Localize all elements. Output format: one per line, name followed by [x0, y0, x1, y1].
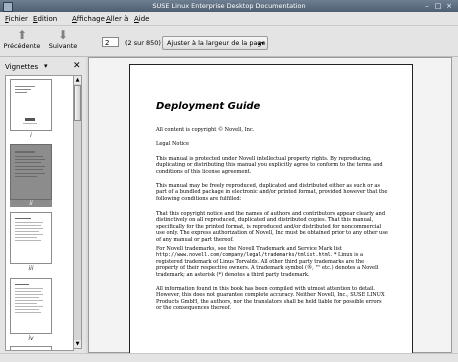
minimize-icon[interactable]: – [423, 2, 431, 10]
thumbnail-page-1[interactable] [10, 79, 52, 131]
next-page-button[interactable]: ⬇ Suivante [43, 29, 83, 55]
previous-page-button[interactable]: ⬆ Précédente [2, 29, 42, 55]
menu-bar: Fichier Edition Affichage Aller à Aide [0, 12, 458, 26]
maximize-icon[interactable]: □ [434, 2, 442, 10]
arrow-up-icon: ⬆ [16, 28, 28, 42]
page-count: (2 sur 850) [125, 39, 161, 47]
paragraph: This manual is protected under Novell in… [156, 156, 383, 175]
document-scrollbar[interactable] [452, 57, 458, 353]
paragraph: All information found in this book has b… [156, 286, 385, 312]
updown-arrows-icon: ▴▾ [257, 40, 264, 47]
side-panel: Vignettes ▾ ✕ i ii iii iv ▲ ▼ [0, 57, 86, 353]
trademark-paragraph: For Novell trademarks, see the Novell Tr… [156, 246, 379, 278]
thumbnail-label: iv [28, 335, 34, 342]
thumbnail-scrollbar[interactable]: ▲ ▼ [73, 75, 82, 349]
thumbnail-page-4[interactable] [10, 278, 52, 334]
menu-fichier[interactable]: Fichier [5, 15, 28, 23]
legal-notice-heading: Legal Notice [156, 141, 190, 147]
thumbnail-list[interactable]: i ii iii iv [5, 75, 74, 351]
trademark-link[interactable]: http://www.novell.com/company/legal/trad… [156, 252, 331, 258]
menu-edition[interactable]: Edition [33, 15, 57, 23]
menu-aller-a[interactable]: Aller à [106, 15, 128, 23]
scroll-up-icon[interactable]: ▲ [74, 76, 81, 84]
thumbnail-label: iii [28, 265, 34, 272]
paragraph: This manual may be freely reproduced, du… [156, 183, 388, 202]
scrollbar-thumb[interactable] [74, 85, 81, 121]
close-icon[interactable]: ✕ [73, 61, 81, 71]
thumbnail-label-selected: ii [10, 200, 52, 207]
paragraph: That this copyright notice and the names… [156, 211, 388, 243]
close-window-icon[interactable]: × [445, 2, 453, 10]
thumbnail-label: i [30, 132, 32, 139]
thumbnail-page-5[interactable] [10, 346, 52, 350]
copyright-line: All content is copyright © Novell, Inc. [156, 127, 255, 133]
scroll-down-icon[interactable]: ▼ [74, 340, 81, 348]
chevron-down-icon[interactable]: ▾ [44, 62, 48, 70]
menu-affichage[interactable]: Affichage [72, 15, 105, 23]
document-view[interactable]: Deployment Guide All content is copyrigh… [88, 57, 452, 354]
thumbnail-page-3[interactable] [10, 212, 52, 264]
side-panel-header: Vignettes ▾ ✕ [5, 61, 83, 73]
document-page: Deployment Guide All content is copyrigh… [129, 64, 413, 354]
side-panel-selector[interactable]: Vignettes [5, 63, 38, 71]
zoom-select[interactable]: Ajuster à la largeur de la page ▴▾ [162, 36, 268, 50]
document-heading: Deployment Guide [156, 101, 261, 112]
arrow-down-icon: ⬇ [57, 28, 69, 42]
title-bar: SUSE Linux Enterprise Desktop Documentat… [0, 0, 458, 12]
thumbnail-page-2[interactable] [10, 144, 52, 200]
page-number-input[interactable]: 2 [102, 37, 119, 47]
window-title: SUSE Linux Enterprise Desktop Documentat… [152, 2, 306, 10]
menu-aide[interactable]: Aide [134, 15, 150, 23]
